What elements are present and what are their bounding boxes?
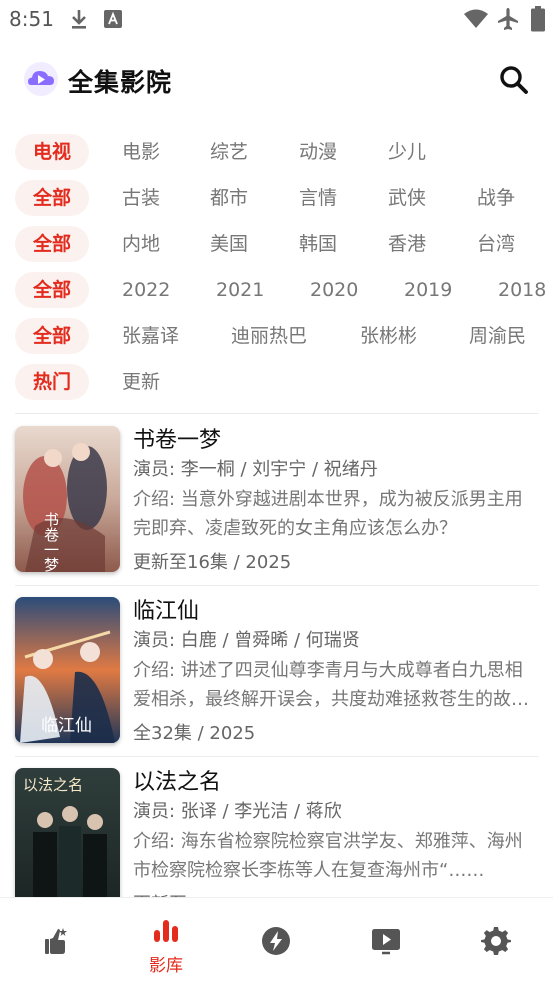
filter-row-actor: 全部 张嘉译 迪丽热巴 张彬彬 周渝民 [0, 318, 553, 356]
app-header: 全集影院 [0, 52, 553, 108]
show-title[interactable]: 以法之名 [133, 764, 221, 796]
search-button[interactable] [496, 62, 532, 98]
status-bar: 8:51 [0, 0, 553, 40]
filter-chip[interactable]: 张彬彬 [360, 318, 417, 354]
chart-bars-icon [154, 920, 178, 942]
filter-chip[interactable]: 周渝民 [469, 318, 526, 354]
filter-chip[interactable]: 2022 [122, 272, 170, 308]
poster-title: 书卷一梦 [42, 512, 60, 572]
filter-chip[interactable]: 韩国 [299, 226, 337, 262]
filter-chip-active[interactable]: 全部 [15, 272, 89, 308]
filter-chip[interactable]: 台湾 [477, 226, 515, 262]
show-intro: 介绍: 讲述了四灵仙尊李青月与大成尊者白九思相爱相杀，最终解开误会，共度劫难拯救… [133, 660, 523, 710]
filter-row-genre: 全部 古装 都市 言情 武侠 战争 [0, 180, 553, 218]
wifi-icon [464, 9, 488, 28]
filter-chip[interactable]: 内地 [122, 226, 160, 262]
show-poster[interactable]: 临江仙 [15, 597, 120, 743]
battery-icon [531, 6, 545, 32]
status-time: 8:51 [9, 7, 54, 31]
show-meta: 全32集 / 2025 [133, 723, 256, 744]
filter-chip[interactable]: 2021 [216, 272, 264, 308]
font-icon [104, 10, 122, 28]
filter-chip[interactable]: 2019 [404, 272, 452, 308]
filter-chip[interactable]: 都市 [210, 180, 248, 216]
filter-chip-active[interactable]: 热门 [15, 364, 89, 400]
show-item[interactable]: 以法之名 以法之名 演员: 张译 / 李光洁 / 蒋欣 介绍: 海东省检察院检察… [0, 757, 553, 898]
bottom-nav: 影库 [0, 897, 553, 984]
filter-chip-active[interactable]: 全部 [15, 318, 89, 354]
search-icon [500, 66, 528, 94]
filter-row-category: 电视 电影 综艺 动漫 少儿 [0, 134, 553, 172]
nav-item-settings[interactable] [441, 898, 551, 984]
show-poster[interactable]: 以法之名 [15, 768, 120, 898]
filter-chip[interactable]: 武侠 [388, 180, 426, 216]
nav-item-library[interactable]: 影库 [111, 898, 221, 984]
nav-item-video[interactable] [331, 898, 441, 984]
poster-title: 临江仙 [41, 716, 92, 736]
filter-chip[interactable]: 更新 [122, 364, 160, 400]
nav-item-hand[interactable] [1, 898, 111, 984]
hand-point-icon [45, 928, 67, 954]
show-list[interactable]: 书卷一梦 书卷一梦 演员: 李一桐 / 刘宇宁 / 祝绪丹 介绍: 当意外穿越进… [0, 415, 553, 898]
show-meta: 更新至16集 / 2025 [133, 552, 292, 573]
nav-label-library: 影库 [149, 956, 183, 976]
filter-chip-active[interactable]: 全部 [15, 180, 89, 216]
gear-icon [481, 927, 511, 955]
video-play-icon [372, 929, 400, 955]
filter-chip[interactable]: 古装 [122, 180, 160, 216]
filter-chip[interactable]: 香港 [388, 226, 426, 262]
filter-chip[interactable]: 电影 [122, 134, 160, 170]
show-cast: 演员: 李一桐 / 刘宇宁 / 祝绪丹 [133, 459, 378, 480]
filter-chip[interactable]: 迪丽热巴 [231, 318, 307, 354]
show-cast: 演员: 白鹿 / 曾舜晞 / 何瑞贤 [133, 630, 360, 651]
filter-chip[interactable]: 少儿 [388, 134, 426, 170]
show-item[interactable]: 书卷一梦 书卷一梦 演员: 李一桐 / 刘宇宁 / 祝绪丹 介绍: 当意外穿越进… [0, 415, 553, 586]
filter-chip[interactable]: 战争 [477, 180, 515, 216]
play-cloud-logo [24, 62, 58, 96]
show-title[interactable]: 书卷一梦 [133, 422, 221, 454]
poster-title: 以法之名 [23, 776, 84, 794]
show-item[interactable]: 临江仙 临江仙 演员: 白鹿 / 曾舜晞 / 何瑞贤 介绍: 讲述了四灵仙尊李青… [0, 586, 553, 757]
nav-item-flash[interactable] [221, 898, 331, 984]
app-title: 全集影院 [68, 68, 173, 97]
show-title[interactable]: 临江仙 [133, 593, 199, 625]
download-icon [72, 10, 86, 29]
airplane-icon [498, 8, 518, 30]
filter-chip[interactable]: 2018 [498, 272, 546, 308]
poster-image [15, 426, 120, 572]
filter-chip[interactable]: 动漫 [299, 134, 337, 170]
show-poster[interactable]: 书卷一梦 [15, 426, 120, 572]
show-intro: 介绍: 当意外穿越进剧本世界，成为被反派男主用完即弃、凌虐致死的女主角应该怎么办… [133, 489, 523, 539]
filter-divider [15, 413, 539, 414]
filter-chip[interactable]: 张嘉译 [122, 318, 179, 354]
filter-chip[interactable]: 言情 [299, 180, 337, 216]
show-cast: 演员: 张译 / 李光洁 / 蒋欣 [133, 801, 342, 822]
filter-chip[interactable]: 综艺 [210, 134, 248, 170]
filter-row-year: 全部 2022 2021 2020 2019 2018 [0, 272, 553, 310]
filter-chip[interactable]: 2020 [310, 272, 358, 308]
lightning-icon [262, 927, 290, 955]
show-intro: 介绍: 海东省检察院检察官洪学友、郑雅萍、海州市检察院检察长李栋等人在复查海州市… [133, 831, 523, 881]
filter-row-region: 全部 内地 美国 韩国 香港 台湾 [0, 226, 553, 264]
filter-chip-active[interactable]: 电视 [15, 134, 89, 170]
filter-chip[interactable]: 美国 [210, 226, 248, 262]
filter-row-sort: 热门 更新 [0, 364, 553, 402]
filter-chip-active[interactable]: 全部 [15, 226, 89, 262]
